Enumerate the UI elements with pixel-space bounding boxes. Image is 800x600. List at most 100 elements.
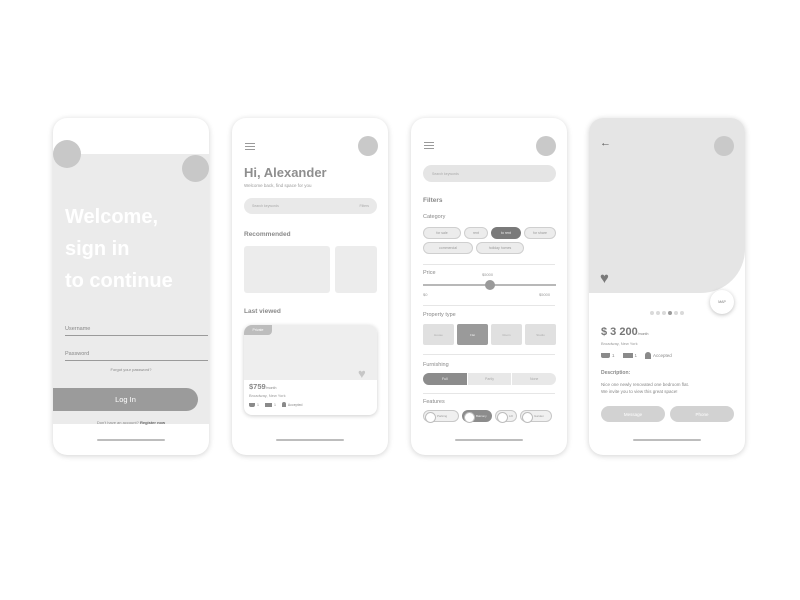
map-button[interactable]: MAP [710,290,734,314]
detail-price-value: $ 3 200 [601,326,638,338]
feature-toggle[interactable]: Lift [495,410,517,423]
feature-toggle-on[interactable]: Balcony [462,410,492,423]
feature-toggle[interactable]: Garden [520,410,552,423]
forgot-password-link[interactable]: Forgot your password? [53,367,209,372]
listing-amenities: 1 1 Accepted [249,402,303,407]
heart-icon[interactable]: ♥ [358,367,366,380]
price-max: $5000 [539,292,551,297]
price-min: $0 [423,292,428,297]
listing-address: Broadway, New York [249,393,286,398]
detail-amenities: 1 1 Accepted [601,352,672,359]
bed-icon [622,353,633,358]
welcome-line-1: Welcome, [65,206,158,228]
pet-icon [645,352,652,359]
carousel-dot[interactable] [662,311,666,315]
recommended-card[interactable] [335,246,377,293]
avatar[interactable] [714,136,734,156]
carousel-dot[interactable] [674,311,678,315]
category-chip[interactable]: rent [464,227,488,239]
category-chip[interactable]: commercial [423,242,473,254]
furnishing-segmented-control[interactable]: Full Partly None [423,373,556,385]
pets-text: Accepted [287,402,303,407]
username-field[interactable]: Username [65,326,208,336]
category-chip[interactable]: for sale [423,227,461,239]
property-type-option[interactable]: Room [491,324,522,345]
carousel-dot[interactable] [650,311,654,315]
listing-price-value: $759 [249,382,266,391]
login-screen: Welcome, sign in to continue Username Pa… [53,118,209,455]
furnishing-option-selected[interactable]: Full [423,373,467,385]
decor-circle-left [53,140,81,168]
message-button[interactable]: Message [601,406,665,422]
password-field[interactable]: Password [65,351,208,361]
filters-title: Filters [423,197,443,204]
divider [423,354,555,355]
category-label: Category [423,214,446,220]
register-link[interactable]: Register now [140,420,165,425]
filters-screen: Search keywords Filters Category for sal… [411,118,567,455]
last-viewed-card[interactable]: Private ♥ $759/month Broadway, New York … [244,325,377,415]
bath-icon [601,353,610,358]
features-label: Features [423,399,445,405]
welcome-heading: Welcome, sign in to continue [65,201,173,297]
last-viewed-title: Last viewed [244,308,281,315]
decor-circle-right [182,155,209,182]
greeting-subtitle: Welcome back, find space for you [244,183,312,188]
bath-icon [249,402,255,407]
pets-text: Accepted [653,353,672,358]
register-prompt: Don't have an account? Register now [53,420,209,425]
search-input[interactable]: Search keywords Filters [244,198,377,214]
bed-count: 1 [273,402,276,407]
price-label: Price [423,270,436,276]
category-chip[interactable]: holiday homes [476,242,524,254]
price-slider-handle[interactable] [485,280,495,290]
description-line-1: Nice one newly renovated one bedroom fla… [601,382,690,387]
filters-link[interactable]: Filters [359,204,369,208]
menu-icon[interactable] [424,142,434,149]
furnishing-label: Furnishing [423,362,449,368]
property-type-option[interactable]: House [423,324,454,345]
description-label: Description: [601,370,631,376]
home-screen: Hi, Alexander Welcome back, find space f… [232,118,388,455]
description-line-2: We invite you to view this great space! [601,389,678,394]
private-badge: Private [244,325,272,335]
bath-count: 1 [257,402,259,407]
property-type-option-selected[interactable]: Flat [457,324,488,345]
login-button[interactable]: Log In [53,388,198,411]
property-type-label: Property type [423,312,456,318]
category-chip-selected[interactable]: to rent [491,227,521,239]
welcome-line-2: sign in [65,238,130,260]
avatar[interactable] [358,136,378,156]
furnishing-option[interactable]: None [511,373,556,385]
bed-count: 1 [634,353,638,358]
search-input[interactable]: Search keywords [423,165,556,182]
listing-price: $759/month [249,382,276,391]
search-placeholder: Search keywords [252,204,279,208]
divider [423,393,555,394]
carousel-dot[interactable] [680,311,684,315]
recommended-title: Recommended [244,231,291,238]
phone-button[interactable]: Phone [670,406,734,422]
detail-address: Broadway, New York [601,341,638,346]
recommended-card[interactable] [244,246,330,293]
carousel-dot-active[interactable] [668,311,672,315]
bed-icon [264,402,272,407]
back-arrow-icon[interactable]: ← [600,138,611,149]
no-account-text: Don't have an account? [96,420,139,425]
greeting: Hi, Alexander [244,165,327,180]
avatar[interactable] [536,136,556,156]
furnishing-option[interactable]: Partly [466,373,512,385]
pet-icon [281,402,286,407]
listing-detail-screen: ← ♥ MAP $ 3 200/month Broadway, New York… [589,118,745,455]
carousel-dot[interactable] [656,311,660,315]
property-type-option[interactable]: Studio [525,324,556,345]
welcome-line-3: to continue [65,270,173,292]
detail-price: $ 3 200/month [601,326,648,338]
category-chip[interactable]: for share [524,227,556,239]
home-indicator [276,439,344,441]
heart-icon[interactable]: ♥ [600,271,609,286]
menu-icon[interactable] [245,143,255,150]
divider [423,305,555,306]
home-indicator [97,439,165,441]
feature-toggle[interactable]: Parking [423,410,459,423]
